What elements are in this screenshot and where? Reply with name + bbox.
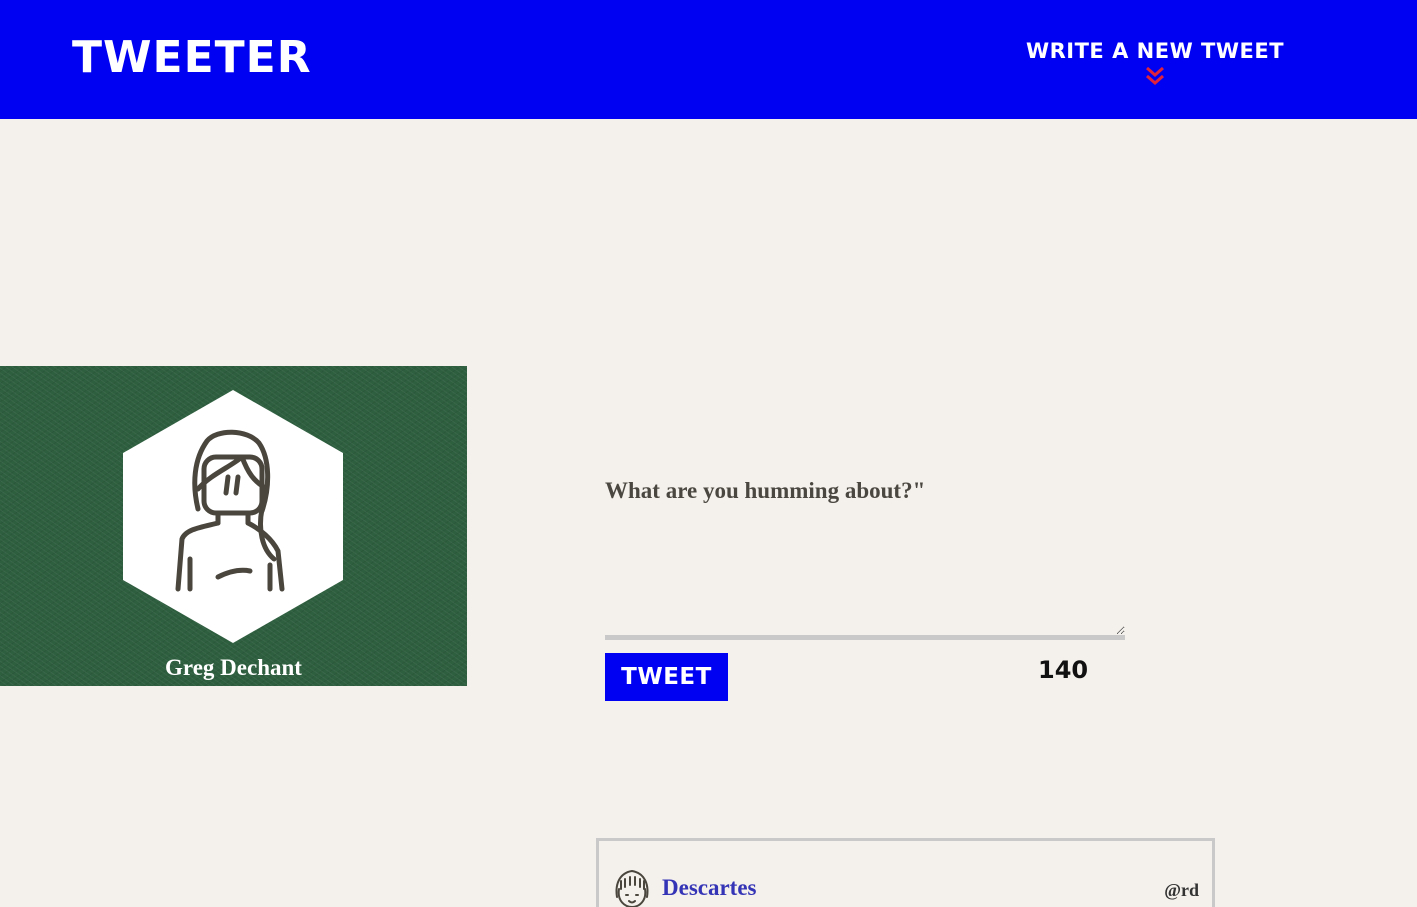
write-new-tweet-toggle[interactable]: WRITE A NEW TWEET bbox=[1022, 38, 1288, 86]
brand-logo[interactable]: TWEETER bbox=[72, 36, 312, 80]
tweet-author-handle: @rd bbox=[1164, 880, 1199, 900]
tweet-card: Descartes @rd bbox=[596, 838, 1215, 907]
top-navigation-bar: TWEETER WRITE A NEW TWEET bbox=[0, 0, 1417, 119]
profile-name: Greg Dechant bbox=[165, 655, 302, 680]
tweet-author-name[interactable]: Descartes bbox=[662, 874, 757, 902]
tweet-text-input[interactable] bbox=[605, 470, 1125, 640]
user-avatar-icon bbox=[123, 390, 343, 643]
write-new-tweet-label[interactable]: WRITE A NEW TWEET bbox=[1022, 38, 1288, 64]
profile-card: Greg Dechant bbox=[0, 366, 467, 686]
char-counter: 140 bbox=[1038, 656, 1089, 684]
user-avatar-icon bbox=[615, 870, 649, 907]
tweet-submit-button[interactable]: TWEET bbox=[605, 653, 728, 701]
double-chevron-down-icon[interactable] bbox=[1145, 66, 1165, 86]
